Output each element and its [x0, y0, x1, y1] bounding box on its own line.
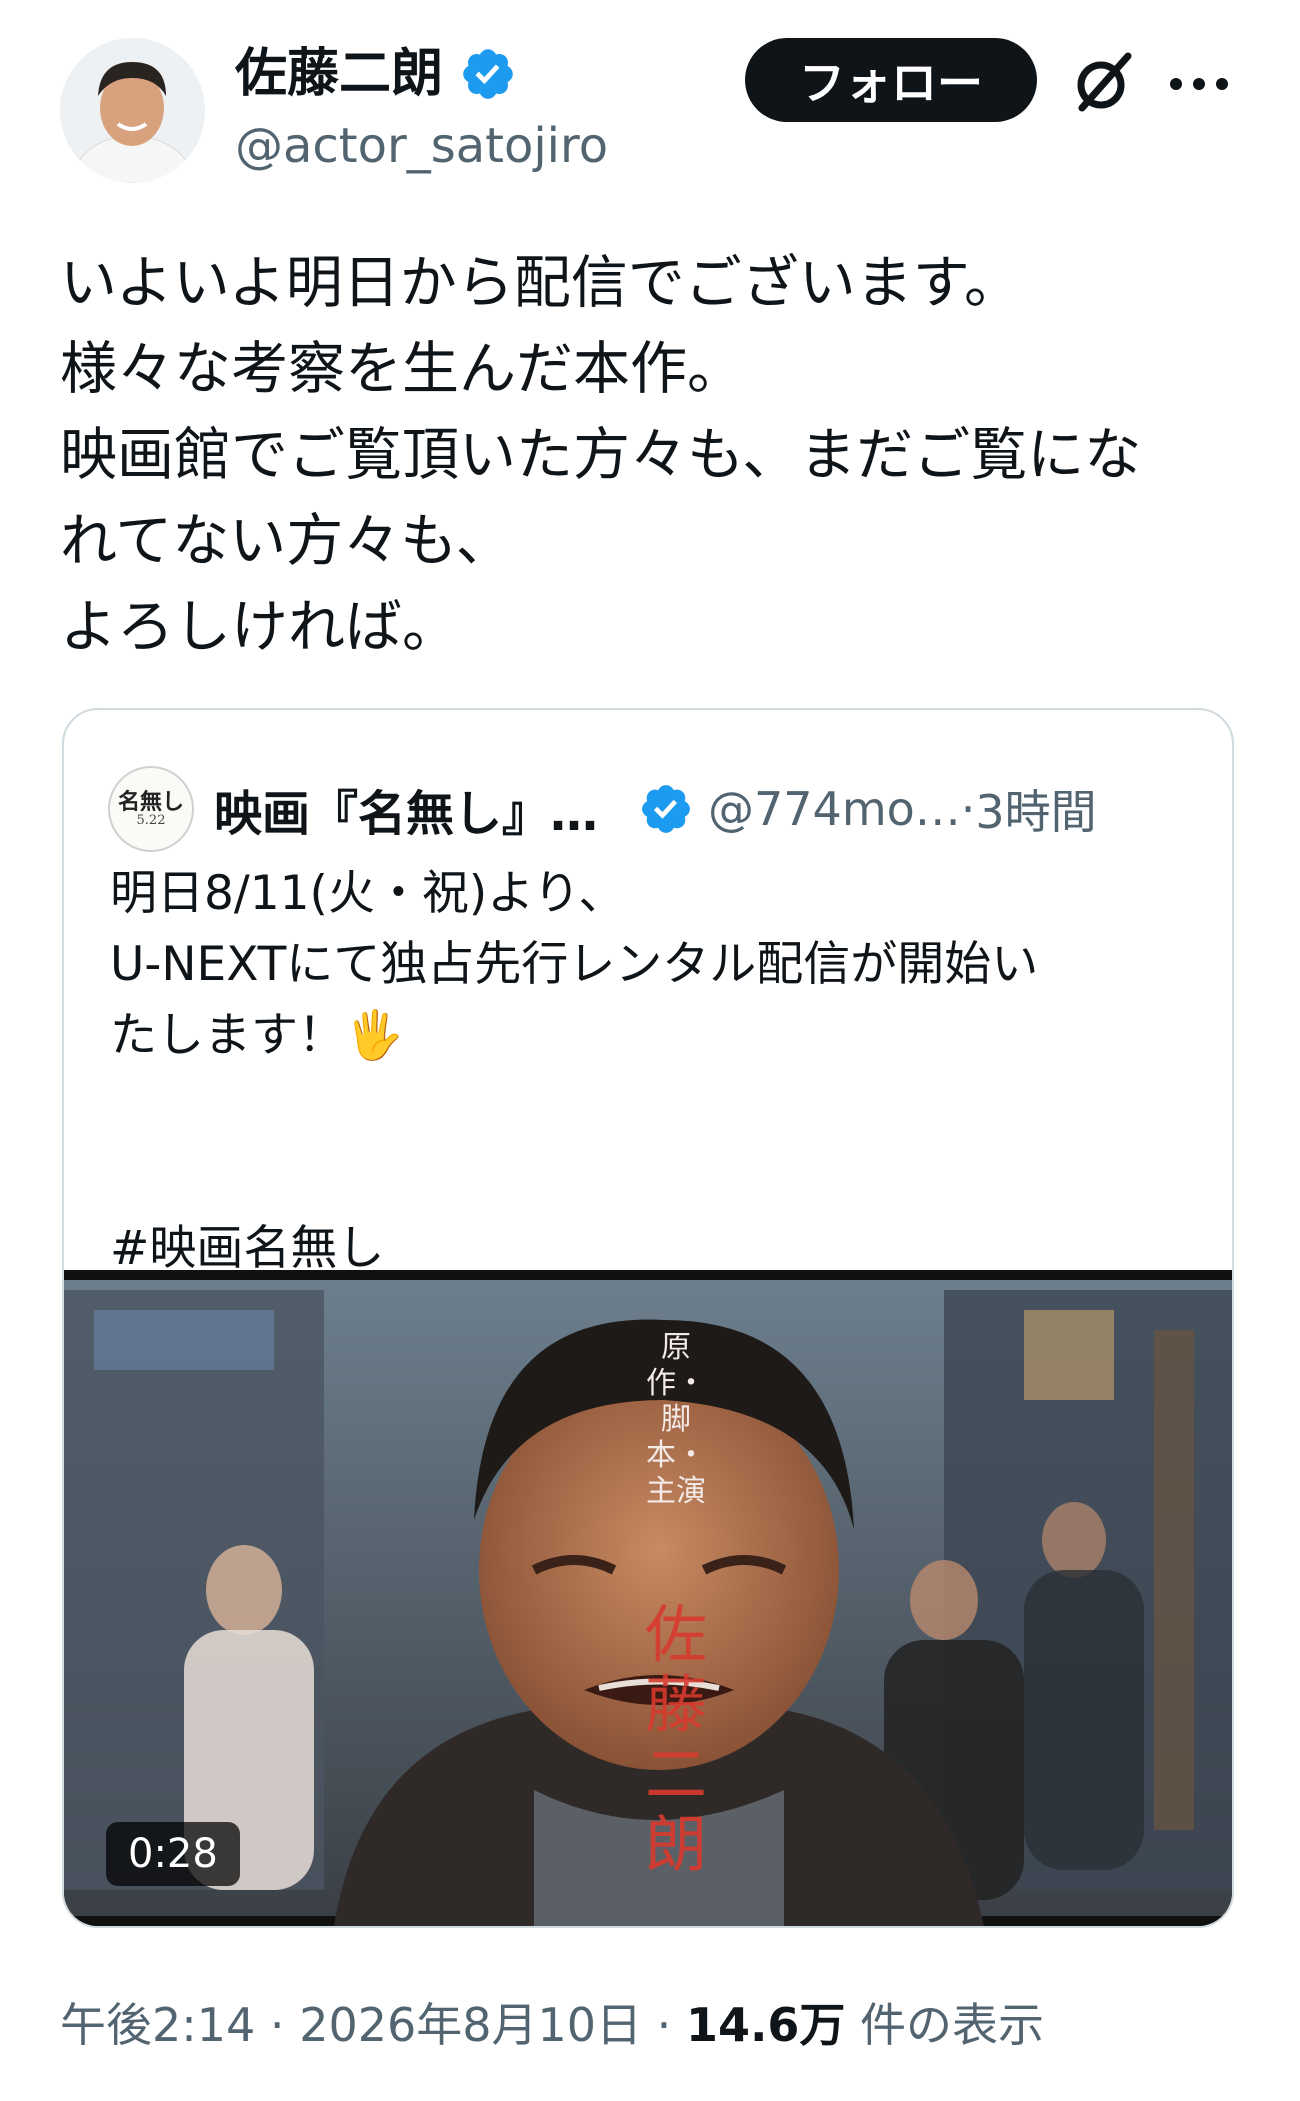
quoted-tweet-card[interactable]: 名無し 5.22 映画『名無し』… @774mo… · 3時間 明日8/11(火… [62, 708, 1234, 1928]
grok-icon[interactable] [1068, 48, 1138, 118]
quoted-author-avatar[interactable]: 名無し 5.22 [108, 766, 194, 852]
author-handle[interactable]: @actor_satojiro [235, 116, 608, 176]
video-duration-badge: 0:28 [106, 1822, 240, 1886]
quoted-avatar-text: 名無し [117, 789, 184, 815]
hashtag-link[interactable]: #映画名無し [110, 1221, 384, 1276]
author-avatar[interactable] [60, 38, 205, 183]
quoted-tweet-header: 名無し 5.22 映画『名無し』… @774mo… · 3時間 [108, 764, 1198, 854]
video-credit-text: 原作・脚本・主演 [646, 1330, 706, 1509]
quoted-author-handle[interactable]: @774mo… [708, 782, 961, 836]
author-name-row[interactable]: 佐藤二朗 [235, 44, 517, 104]
tweet-time[interactable]: 午後2:14 [60, 1998, 255, 2052]
separator-dot: · [642, 1998, 686, 2052]
quoted-tweet-text: 明日8/11(火・祝)より、 U-NEXTにて独占先行レンタル配信が開始い たし… [110, 858, 1200, 1284]
author-name[interactable]: 佐藤二朗 [235, 44, 443, 104]
quoted-avatar-date: 5.22 [136, 813, 166, 828]
quoted-author-name[interactable]: 映画『名無し』… [214, 774, 598, 844]
separator-dot: · [255, 1998, 300, 2052]
separator-dot: · [960, 782, 976, 836]
follow-button[interactable]: フォロー [745, 38, 1037, 122]
verified-badge-icon [463, 49, 513, 99]
quoted-tweet-body: 明日8/11(火・祝)より、 U-NEXTにて独占先行レンタル配信が開始い たし… [110, 866, 1039, 1063]
video-thumbnail[interactable]: 原作・脚本・主演 佐藤二朗 0:28 [64, 1270, 1232, 1926]
tweet-text: いよいよ明日から配信でございます。 様々な考察を生んだ本作。 映画館でご覧頂いた… [60, 250, 1142, 660]
verified-badge-icon [642, 785, 690, 833]
more-options-icon[interactable] [1170, 56, 1228, 112]
quoted-tweet-time[interactable]: 3時間 [975, 776, 1096, 842]
tweet-page: 佐藤二朗 @actor_satojiro フォロー いよいよ明日から配信でござい… [0, 0, 1300, 2101]
tweet-meta: 午後2:14 · 2026年8月10日 · 14.6万 件の表示 [60, 1995, 1044, 2055]
video-credit-name: 佐藤二朗 [644, 1598, 707, 1881]
view-count[interactable]: 14.6万 [686, 1998, 846, 2052]
view-count-label: 件の表示 [845, 1998, 1045, 2052]
tweet-date[interactable]: 2026年8月10日 [299, 1998, 642, 2052]
